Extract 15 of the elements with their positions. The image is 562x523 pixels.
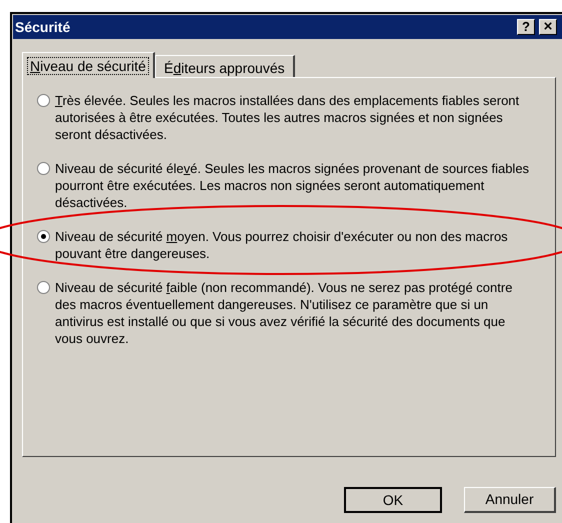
radio-button[interactable]	[37, 281, 50, 294]
option-label: Niveau de sécurité moyen. Vous pourrez choisir d'exécuter ou non des macros pouvant être dangereuses.	[55, 228, 509, 262]
radio-button[interactable]	[37, 162, 50, 175]
tab[interactable]: Éditeurs approuvés	[154, 55, 295, 77]
option-label: Niveau de sécurité faible (non recommandé). Vous ne serez pas protégé contre des macros éventuellement dangereuses. N'utilisez ce paramètre que si un antivirus est installé ou que si vous avez vérifié la sécurité des documents que vous ouvrez.	[55, 279, 514, 347]
radio-button[interactable]	[37, 230, 50, 243]
cancel-button[interactable]: Annuler	[464, 487, 556, 513]
option-label: Très élevée. Seules les macros installées dans des emplacements fiables seront autorisées à être exécutées. Toutes les autres macros signées et non signées seront désactivées.	[55, 92, 520, 143]
ok-button[interactable]: OK	[344, 487, 442, 513]
radio-button[interactable]	[37, 94, 50, 107]
window-title: Sécurité	[15, 18, 70, 36]
tab[interactable]: Niveau de sécurité	[22, 52, 155, 78]
help-button[interactable]: ?	[517, 19, 535, 35]
close-button[interactable]: ×	[539, 19, 557, 35]
option-label: Niveau de sécurité élevé. Seules les macros signées provenant de sources fiables pourront être exécutées. Les macros non signées seront automatiquement désactivées.	[55, 160, 530, 211]
